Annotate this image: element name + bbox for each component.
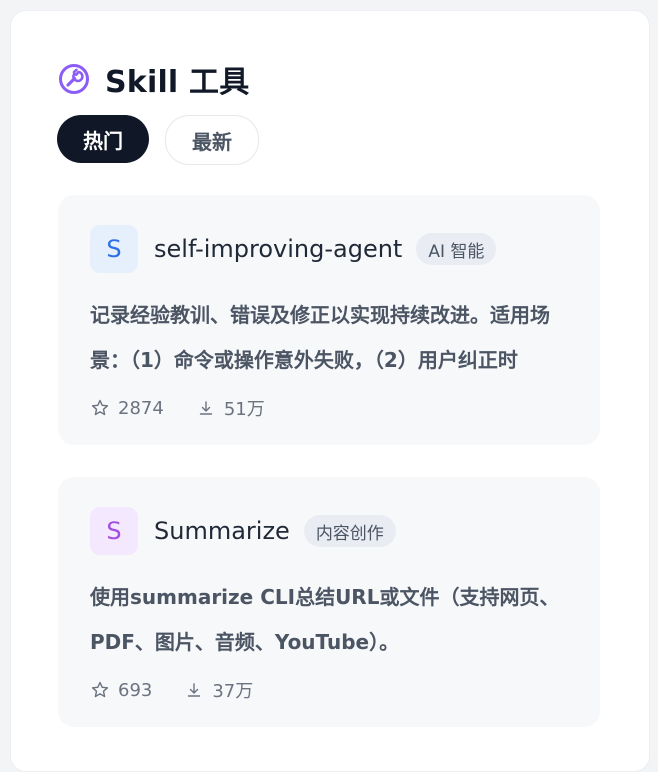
skill-card[interactable]: S self-improving-agent AI 智能 记录经验教训、错误及修… [58,195,600,445]
star-count-value: 693 [118,679,153,701]
skill-description: 记录经验教训、错误及修正以实现持续改进。适用场景：（1）命令或操作意外失败，（2… [90,303,550,372]
star-count: 693 [90,680,152,701]
wrench-circle-icon [57,62,91,96]
star-icon [91,681,109,698]
skill-card[interactable]: S Summarize 内容创作 使用summarize CLI总结URL或文件… [58,477,600,727]
star-icon [91,399,109,416]
download-icon [199,401,213,415]
download-count: 37万 [184,677,253,703]
page-title: Skill 工具 [105,65,250,100]
sort-tabs: 热门 最新 [57,115,259,165]
download-icon [188,683,201,697]
skill-avatar: S [90,507,138,555]
panel-header: Skill 工具 [57,55,249,103]
skill-description: 使用summarize CLI总结URL或文件（支持网页、PDF、图片、音频、Y… [90,585,560,654]
skill-stats: 693 37万 [90,677,253,703]
download-count-value: 51万 [223,399,265,420]
skill-name[interactable]: self-improving-agent [154,235,402,263]
skill-card-header: S Summarize 内容创作 [90,507,396,555]
download-count-value: 37万 [212,681,254,702]
tab-latest[interactable]: 最新 [165,115,259,165]
skill-stats: 2874 51万 [90,395,265,421]
download-count: 51万 [196,395,265,421]
category-badge: AI 智能 [416,233,497,265]
star-count-value: 2874 [118,397,164,419]
star-count: 2874 [90,398,164,419]
skill-tools-panel: Skill 工具 热门 最新 S self-improving-agent AI… [10,10,650,772]
skill-avatar: S [90,225,138,273]
tab-popular[interactable]: 热门 [57,115,149,163]
category-badge: 内容创作 [303,515,396,547]
skill-name[interactable]: Summarize [154,517,290,545]
skill-card-header: S self-improving-agent AI 智能 [90,225,497,273]
